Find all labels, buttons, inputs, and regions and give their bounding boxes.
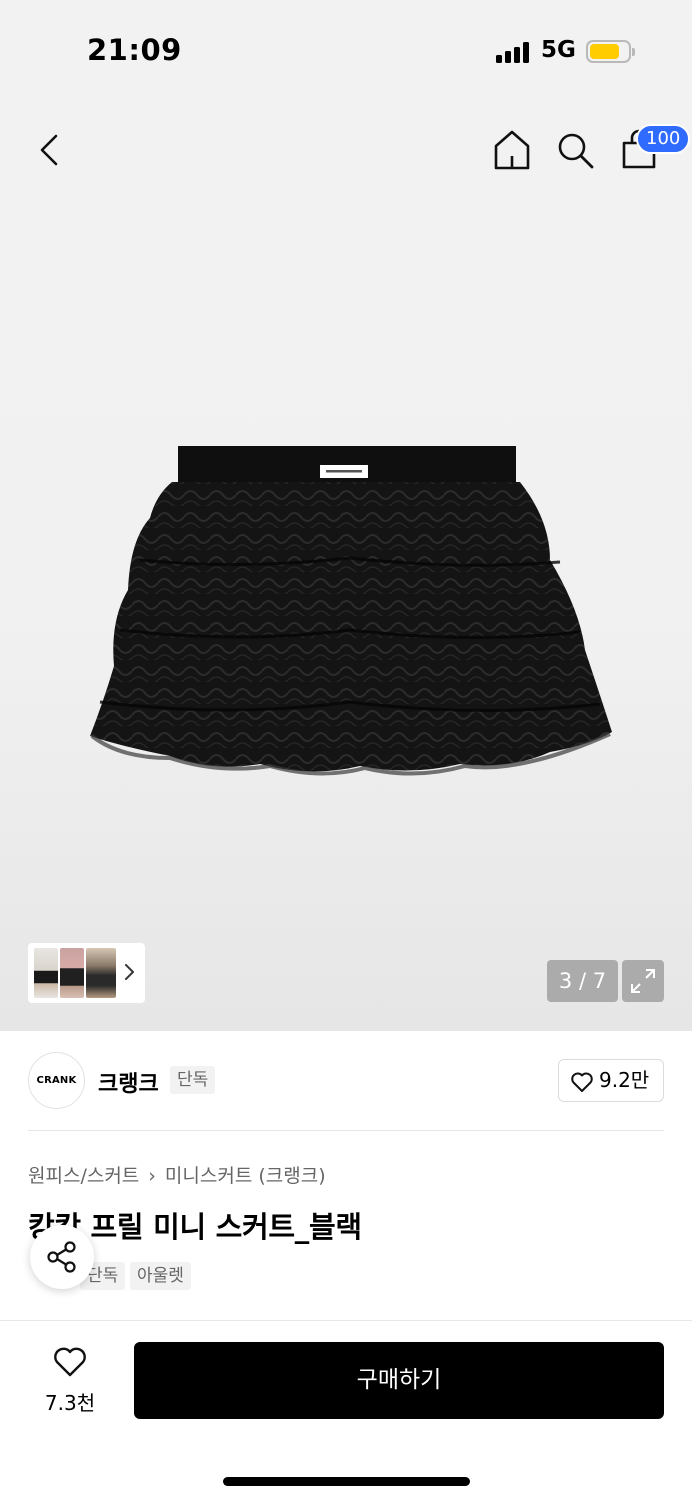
breadcrumb: 원피스/스커트 › 미니스커트 (크랭크): [28, 1161, 326, 1188]
share-icon: [47, 1241, 76, 1273]
breadcrumb-category[interactable]: 원피스/스커트: [28, 1165, 139, 1187]
thumbnail-3[interactable]: [86, 948, 116, 998]
thumbnail-2[interactable]: [60, 948, 84, 998]
bottom-bar-divider: [0, 1320, 692, 1321]
image-page-counter: 3 / 7: [547, 960, 618, 1002]
home-indicator: [223, 1477, 470, 1486]
wishlist-button[interactable]: 7.3천: [28, 1345, 112, 1417]
brand-name[interactable]: 크랭크: [98, 1066, 159, 1098]
breadcrumb-subcategory[interactable]: 미니스커트 (크랭크): [165, 1165, 326, 1187]
home-icon[interactable]: [490, 127, 534, 173]
thumbnail-strip[interactable]: [28, 943, 145, 1003]
chevron-right-icon: [125, 964, 134, 980]
brand-logo[interactable]: CRANK: [28, 1052, 85, 1109]
brand-like-count: 9.2만: [599, 1068, 650, 1092]
product-image-area[interactable]: 21:09 5G 100 3 / 7: [0, 0, 692, 1031]
heart-outline-icon: [571, 1072, 593, 1092]
tag-outlet: 아울렛: [130, 1262, 191, 1290]
signal-icon: [496, 41, 532, 63]
cart-count-badge: 100: [636, 124, 691, 154]
back-arrow-icon[interactable]: [30, 128, 70, 172]
brand-exclusive-tag: 단독: [170, 1066, 216, 1094]
buy-button[interactable]: 구매하기: [134, 1342, 664, 1419]
product-photo: [90, 446, 612, 776]
brand-like-button[interactable]: 9.2만: [558, 1059, 664, 1102]
share-button[interactable]: [30, 1225, 94, 1289]
chevron-right-icon: ›: [148, 1165, 156, 1187]
battery-icon: [586, 40, 635, 63]
wishlist-count: 7.3천: [44, 1391, 96, 1415]
network-label: 5G: [541, 37, 576, 63]
divider: [28, 1130, 664, 1131]
expand-icon[interactable]: [622, 960, 664, 1002]
thumbnail-1[interactable]: [34, 948, 58, 998]
status-time: 21:09: [87, 33, 182, 67]
search-icon[interactable]: [554, 128, 596, 172]
heart-outline-icon: [54, 1347, 86, 1377]
